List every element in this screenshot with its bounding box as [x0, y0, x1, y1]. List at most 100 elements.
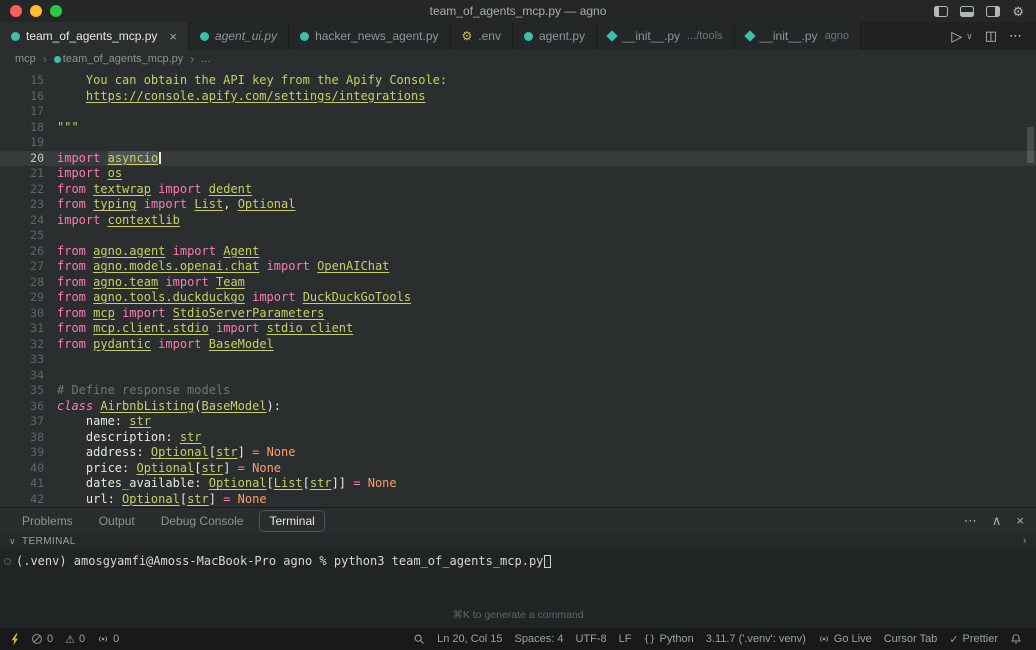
- status-python-interpreter[interactable]: 3.11.7 ('.venv': venv): [700, 633, 812, 645]
- close-icon[interactable]: ×: [169, 30, 177, 43]
- line-number[interactable]: 37: [0, 414, 44, 430]
- line-number[interactable]: 22: [0, 182, 44, 198]
- line-number[interactable]: 29: [0, 290, 44, 306]
- toggle-secondary-sidebar-icon[interactable]: [986, 6, 1000, 17]
- status-eol[interactable]: LF: [613, 633, 638, 645]
- code-line-22[interactable]: 22from textwrap import dedent: [0, 182, 1036, 198]
- breadcrumb-item[interactable]: team_of_agents_mcp.py: [54, 53, 183, 65]
- panel-tab-terminal[interactable]: Terminal: [259, 510, 324, 532]
- code-line-16[interactable]: 16 https://console.apify.com/settings/in…: [0, 89, 1036, 105]
- code-line-20[interactable]: 20import asyncio: [0, 151, 1036, 167]
- tab-agent_ui.py[interactable]: agent_ui.py: [189, 22, 289, 50]
- panel-tab-output[interactable]: Output: [89, 510, 145, 532]
- panel-more-icon[interactable]: ⋯: [964, 513, 977, 529]
- line-number[interactable]: 42: [0, 492, 44, 508]
- code-line-37[interactable]: 37 name: str: [0, 414, 1036, 430]
- code-line-15[interactable]: 15 You can obtain the API key from the A…: [0, 73, 1036, 89]
- code-line-32[interactable]: 32from pydantic import BaseModel: [0, 337, 1036, 353]
- line-number[interactable]: 20: [0, 151, 44, 167]
- terminal[interactable]: (.venv) amosgyamfi@Amoss-MacBook-Pro agn…: [0, 549, 1036, 628]
- tab-agent.py[interactable]: agent.py: [513, 22, 597, 50]
- line-number[interactable]: 39: [0, 445, 44, 461]
- code-line-24[interactable]: 24import contextlib: [0, 213, 1036, 229]
- line-number[interactable]: 26: [0, 244, 44, 260]
- code-line-36[interactable]: 36class AirbnbListing(BaseModel):: [0, 399, 1036, 415]
- code-line-17[interactable]: 17: [0, 104, 1036, 120]
- line-number[interactable]: 17: [0, 104, 44, 120]
- code-line-39[interactable]: 39 address: Optional[str] = None: [0, 445, 1036, 461]
- status-indentation[interactable]: Spaces: 4: [509, 633, 570, 645]
- split-editor-icon[interactable]: ◫: [985, 28, 997, 44]
- code-editor[interactable]: 15 You can obtain the API key from the A…: [0, 68, 1036, 507]
- status-cursor-tab[interactable]: Cursor Tab: [878, 633, 944, 645]
- tab-__init__.py[interactable]: __init__.pyagno: [735, 22, 862, 50]
- code-line-23[interactable]: 23from typing import List, Optional: [0, 197, 1036, 213]
- tab-__init__.py[interactable]: __init__.py.../tools: [597, 22, 735, 50]
- status-language-mode[interactable]: {}Python: [637, 633, 699, 645]
- code-line-30[interactable]: 30from mcp import StdioServerParameters: [0, 306, 1036, 322]
- line-number[interactable]: 32: [0, 337, 44, 353]
- close-window-icon[interactable]: [10, 5, 22, 17]
- toggle-primary-sidebar-icon[interactable]: [934, 6, 948, 17]
- line-number[interactable]: 30: [0, 306, 44, 322]
- code-line-40[interactable]: 40 price: Optional[str] = None: [0, 461, 1036, 477]
- line-number[interactable]: 35: [0, 383, 44, 399]
- panel-tab-debug-console[interactable]: Debug Console: [151, 510, 254, 532]
- status-encoding[interactable]: UTF-8: [569, 633, 612, 645]
- line-number[interactable]: 40: [0, 461, 44, 477]
- panel-close-icon[interactable]: ×: [1016, 513, 1024, 528]
- code-line-18[interactable]: 18""": [0, 120, 1036, 136]
- line-number[interactable]: 21: [0, 166, 44, 182]
- run-dropdown-chevron-icon[interactable]: ∨: [966, 31, 973, 42]
- code-line-26[interactable]: 26from agno.agent import Agent: [0, 244, 1036, 260]
- code-line-27[interactable]: 27from agno.models.openai.chat import Op…: [0, 259, 1036, 275]
- line-number[interactable]: 27: [0, 259, 44, 275]
- status-prettier[interactable]: ✓Prettier: [943, 633, 1004, 646]
- line-number[interactable]: 28: [0, 275, 44, 291]
- line-number[interactable]: 38: [0, 430, 44, 446]
- line-number[interactable]: 19: [0, 135, 44, 151]
- code-line-31[interactable]: 31from mcp.client.stdio import stdio_cli…: [0, 321, 1036, 337]
- code-line-19[interactable]: 19: [0, 135, 1036, 151]
- terminal-prompt-line[interactable]: (.venv) amosgyamfi@Amoss-MacBook-Pro agn…: [0, 549, 1036, 568]
- code-line-34[interactable]: 34: [0, 368, 1036, 384]
- breadcrumb-item[interactable]: ...: [201, 53, 210, 65]
- code-line-38[interactable]: 38 description: str: [0, 430, 1036, 446]
- code-line-29[interactable]: 29from agno.tools.duckduckgo import Duck…: [0, 290, 1036, 306]
- line-number[interactable]: 15: [0, 73, 44, 89]
- line-number[interactable]: 36: [0, 399, 44, 415]
- code-line-28[interactable]: 28from agno.team import Team: [0, 275, 1036, 291]
- status-notifications[interactable]: [1004, 633, 1028, 645]
- status-warnings[interactable]: ⚠0: [59, 633, 91, 646]
- code-line-41[interactable]: 41 dates_available: Optional[List[str]] …: [0, 476, 1036, 492]
- line-number[interactable]: 31: [0, 321, 44, 337]
- line-number[interactable]: 41: [0, 476, 44, 492]
- line-number[interactable]: 16: [0, 89, 44, 105]
- code-line-21[interactable]: 21import os: [0, 166, 1036, 182]
- tab-hacker_news_agent.py[interactable]: hacker_news_agent.py: [289, 22, 450, 50]
- line-number[interactable]: 25: [0, 228, 44, 244]
- zoom-window-icon[interactable]: [50, 5, 62, 17]
- line-number[interactable]: 34: [0, 368, 44, 384]
- toggle-panel-icon[interactable]: [960, 6, 974, 17]
- run-python-file-icon[interactable]: ▷: [951, 28, 962, 45]
- status-ports[interactable]: 0: [91, 633, 125, 645]
- status-cursor-position[interactable]: Ln 20, Col 15: [431, 633, 508, 645]
- status-remote-indicator[interactable]: [4, 633, 25, 646]
- chevron-down-icon[interactable]: ∨: [9, 536, 16, 547]
- code-line-25[interactable]: 25: [0, 228, 1036, 244]
- tab-.env[interactable]: ⚙.env: [451, 22, 513, 50]
- minimize-window-icon[interactable]: [30, 5, 42, 17]
- line-number[interactable]: 33: [0, 352, 44, 368]
- chevron-right-icon[interactable]: ›: [1023, 535, 1027, 547]
- code-line-33[interactable]: 33: [0, 352, 1036, 368]
- panel-tab-problems[interactable]: Problems: [12, 510, 83, 532]
- more-actions-icon[interactable]: ⋯: [1009, 28, 1022, 44]
- code-line-35[interactable]: 35# Define response models: [0, 383, 1036, 399]
- breadcrumb-item[interactable]: mcp: [15, 53, 36, 65]
- panel-maximize-icon[interactable]: ∧: [992, 513, 1002, 529]
- status-errors[interactable]: 0: [25, 633, 59, 645]
- code-line-42[interactable]: 42 url: Optional[str] = None: [0, 492, 1036, 508]
- tab-team_of_agents_mcp.py[interactable]: team_of_agents_mcp.py×: [0, 22, 189, 50]
- status-go-live[interactable]: Go Live: [812, 633, 878, 645]
